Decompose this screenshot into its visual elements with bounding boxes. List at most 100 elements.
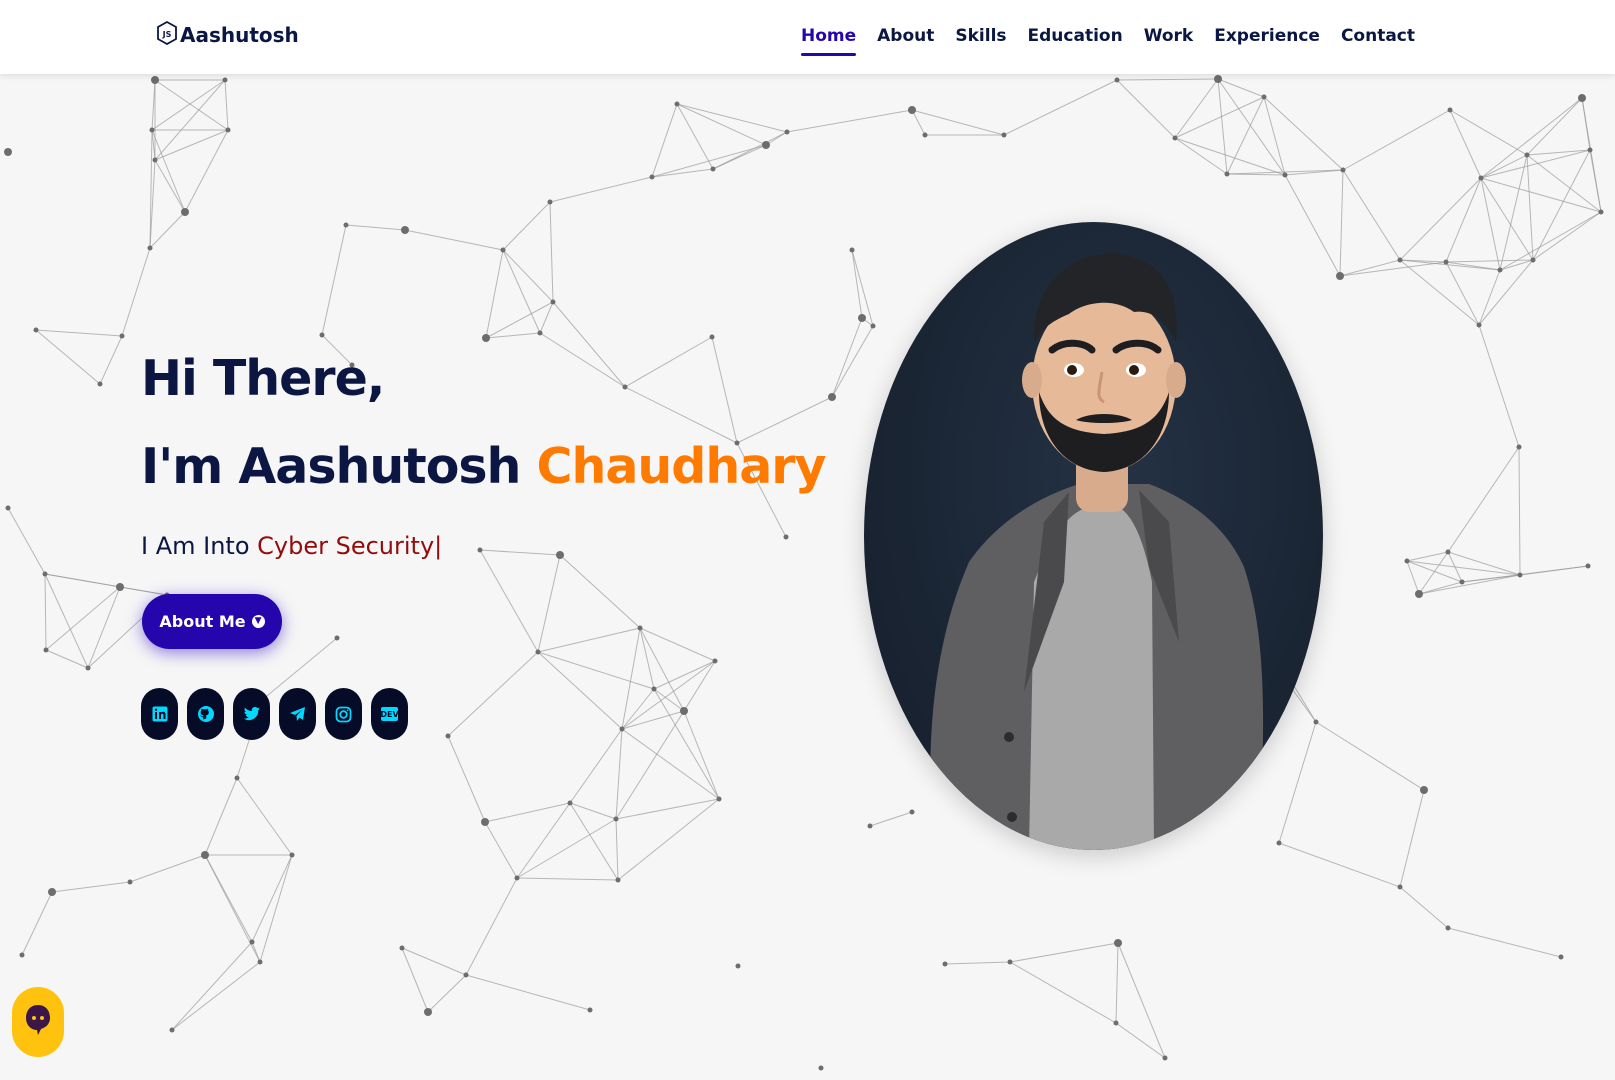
network-link — [1226, 96, 1265, 175]
about-me-button[interactable]: About Me ▼ — [142, 594, 282, 649]
network-link — [1315, 721, 1425, 791]
network-link — [1342, 169, 1401, 261]
nav-skills[interactable]: Skills — [955, 26, 1006, 46]
network-node — [547, 199, 553, 205]
network-node — [1313, 719, 1319, 725]
network-node — [1478, 175, 1484, 181]
svg-text:JS: JS — [162, 30, 172, 39]
network-link — [621, 627, 641, 730]
network-node — [249, 939, 255, 945]
nav-experience[interactable]: Experience — [1214, 26, 1320, 46]
network-link — [1399, 789, 1425, 888]
nav-work[interactable]: Work — [1144, 26, 1194, 46]
network-node — [5, 505, 11, 511]
network-node — [151, 76, 159, 84]
network-link — [404, 229, 504, 251]
chat-widget-button[interactable] — [12, 987, 64, 1057]
network-node — [445, 733, 451, 739]
instagram-link[interactable] — [325, 688, 362, 740]
network-link — [1406, 560, 1420, 595]
network-link — [154, 79, 229, 131]
network-link — [1418, 574, 1521, 595]
network-link — [1339, 261, 1447, 277]
network-node — [828, 393, 836, 401]
network-link — [129, 854, 206, 883]
nav-about[interactable]: About — [877, 26, 934, 46]
network-link — [1447, 927, 1562, 958]
network-link — [251, 941, 261, 963]
dev-icon: DEV — [380, 707, 399, 721]
network-node — [1445, 925, 1451, 931]
nav-contact[interactable]: Contact — [1341, 26, 1415, 46]
network-node — [482, 334, 490, 342]
network-node — [942, 961, 948, 967]
network-link — [236, 777, 293, 856]
dev-icon-label: DEV — [380, 709, 399, 719]
network-link — [944, 961, 1011, 965]
network-node — [849, 247, 855, 253]
network-node — [1336, 272, 1344, 280]
network-node — [424, 1008, 432, 1016]
network-link — [1289, 685, 1317, 723]
social-links: DEV — [141, 688, 408, 740]
network-node — [537, 330, 543, 336]
network-node — [709, 334, 715, 340]
network-link — [786, 109, 913, 133]
network-link — [639, 627, 716, 662]
network-link — [1478, 324, 1520, 448]
nav-home[interactable]: Home — [800, 26, 857, 56]
network-link — [1003, 79, 1118, 136]
network-link — [1532, 211, 1602, 261]
network-node — [4, 148, 12, 156]
network-node — [567, 800, 573, 806]
network-node — [222, 77, 228, 83]
network-link — [539, 332, 626, 388]
network-link — [204, 777, 238, 856]
network-link — [484, 802, 571, 823]
network-link — [44, 573, 47, 651]
network-link — [1589, 149, 1602, 213]
dev-link[interactable]: DEV — [371, 688, 408, 740]
network-node — [1447, 107, 1453, 113]
network-link — [653, 688, 685, 712]
network-node — [85, 665, 91, 671]
network-link — [1278, 842, 1401, 888]
network-node — [97, 381, 103, 387]
github-link[interactable] — [187, 688, 224, 740]
network-node — [651, 686, 657, 692]
network-node — [1113, 1020, 1119, 1026]
telegram-link[interactable] — [279, 688, 316, 740]
network-node — [680, 707, 688, 715]
network-node — [1420, 786, 1428, 794]
network-node — [858, 314, 866, 322]
network-node — [783, 534, 789, 540]
network-node — [619, 726, 625, 732]
hero-intro-highlight: Chaudhary — [536, 438, 826, 495]
network-node — [343, 222, 349, 228]
network-node — [1114, 939, 1122, 947]
network-link — [569, 728, 623, 804]
network-node — [867, 823, 873, 829]
network-link — [121, 247, 151, 337]
network-node — [1587, 147, 1593, 153]
network-link — [869, 811, 913, 827]
network-link — [1342, 109, 1451, 171]
network-link — [1418, 551, 1449, 595]
network-link — [1519, 565, 1589, 576]
network-link — [736, 396, 833, 444]
nav-education[interactable]: Education — [1028, 26, 1123, 46]
network-link — [676, 103, 714, 170]
network-link — [651, 168, 714, 178]
network-node — [1261, 94, 1267, 100]
twitter-link[interactable] — [233, 688, 270, 740]
brand-logo[interactable]: JS Aashutosh — [157, 20, 299, 49]
network-node — [1172, 135, 1178, 141]
network-link — [321, 224, 347, 336]
network-link — [1217, 78, 1228, 175]
network-link — [851, 249, 863, 319]
network-link — [1116, 79, 1176, 139]
network-link — [184, 129, 229, 213]
linkedin-link[interactable] — [141, 688, 178, 740]
hero-greeting: Hi There, — [141, 350, 385, 407]
network-link — [154, 129, 229, 161]
